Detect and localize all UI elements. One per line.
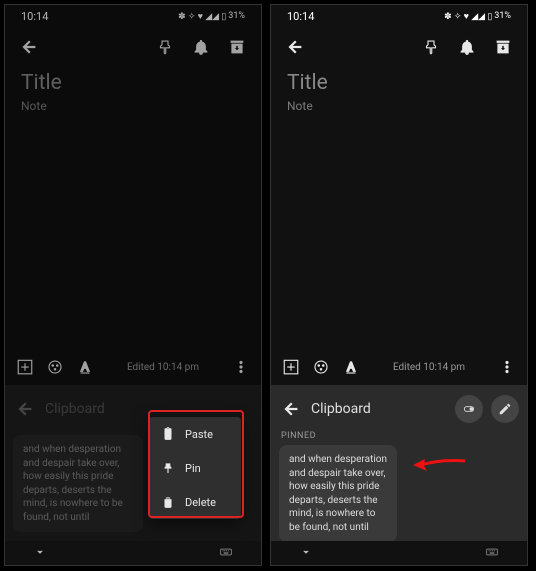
- app-bar: [271, 27, 527, 67]
- note-field[interactable]: Note: [21, 99, 245, 113]
- edit-button[interactable]: [491, 395, 519, 423]
- nav-collapse[interactable]: [33, 544, 47, 563]
- kb-back-button[interactable]: [279, 397, 303, 421]
- status-icons: ✽ ✧ ♥ ◢◢ ▯ 31%: [444, 11, 511, 22]
- clipboard-clip[interactable]: and when desperation and despair take ov…: [13, 435, 143, 532]
- palette-button[interactable]: [309, 355, 333, 379]
- more-button[interactable]: [229, 355, 253, 379]
- title-field[interactable]: Title: [21, 71, 245, 95]
- back-button[interactable]: [13, 31, 45, 63]
- app-bar: [5, 27, 261, 67]
- note-content[interactable]: Title Note: [5, 67, 261, 349]
- pin-button[interactable]: [149, 31, 181, 63]
- format-button[interactable]: [73, 355, 97, 379]
- archive-button[interactable]: [221, 31, 253, 63]
- back-button[interactable]: [279, 31, 311, 63]
- clipboard-clip-pinned[interactable]: and when desperation and despair take ov…: [279, 445, 397, 542]
- reminder-button[interactable]: [451, 31, 483, 63]
- status-bar: 10:14 ✽ ✧ ♥ ◢◢ ▯ 31%: [271, 5, 527, 27]
- arrow-annotation: [411, 453, 467, 481]
- menu-pin[interactable]: Pin: [149, 451, 241, 485]
- pinned-label: PINNED: [281, 431, 519, 441]
- nav-keyboard[interactable]: [219, 544, 233, 563]
- status-bar: 10:14 ✽ ✧ ♥ ◢◢ ▯ 31%: [5, 5, 261, 27]
- kb-back-button[interactable]: [13, 397, 37, 421]
- bottom-toolbar: Edited 10:14 pm: [5, 349, 261, 385]
- status-time: 10:14: [287, 10, 314, 23]
- kb-title: Clipboard: [45, 401, 253, 417]
- keyboard-panel: Clipboard PINNED and when desperation an…: [271, 385, 527, 565]
- note-content[interactable]: Title Note: [271, 67, 527, 349]
- note-field[interactable]: Note: [287, 99, 511, 113]
- add-button[interactable]: [279, 355, 303, 379]
- status-icons: ✽ ✧ ♥ ◢◢ ▯ 31%: [178, 11, 245, 22]
- edited-timestamp: Edited 10:14 pm: [393, 362, 465, 373]
- edited-timestamp: Edited 10:14 pm: [127, 362, 199, 373]
- add-button[interactable]: [13, 355, 37, 379]
- title-field[interactable]: Title: [287, 71, 511, 95]
- nav-collapse[interactable]: [299, 544, 313, 563]
- nav-keyboard[interactable]: [485, 544, 499, 563]
- context-menu: Paste Pin Delete: [149, 417, 241, 519]
- reminder-button[interactable]: [185, 31, 217, 63]
- format-button[interactable]: [339, 355, 363, 379]
- palette-button[interactable]: [43, 355, 67, 379]
- more-button[interactable]: [495, 355, 519, 379]
- status-time: 10:14: [21, 10, 48, 23]
- kb-title: Clipboard: [311, 401, 447, 417]
- archive-button[interactable]: [487, 31, 519, 63]
- phone-left: 10:14 ✽ ✧ ♥ ◢◢ ▯ 31% Title Note Edited 1…: [4, 4, 262, 566]
- menu-paste[interactable]: Paste: [149, 417, 241, 451]
- toggle-button[interactable]: [455, 395, 483, 423]
- pin-button[interactable]: [415, 31, 447, 63]
- menu-delete[interactable]: Delete: [149, 485, 241, 519]
- nav-bar: [271, 541, 527, 565]
- bottom-toolbar: Edited 10:14 pm: [271, 349, 527, 385]
- nav-bar: [5, 541, 261, 565]
- phone-right: 10:14 ✽ ✧ ♥ ◢◢ ▯ 31% Title Note Edited 1…: [270, 4, 528, 566]
